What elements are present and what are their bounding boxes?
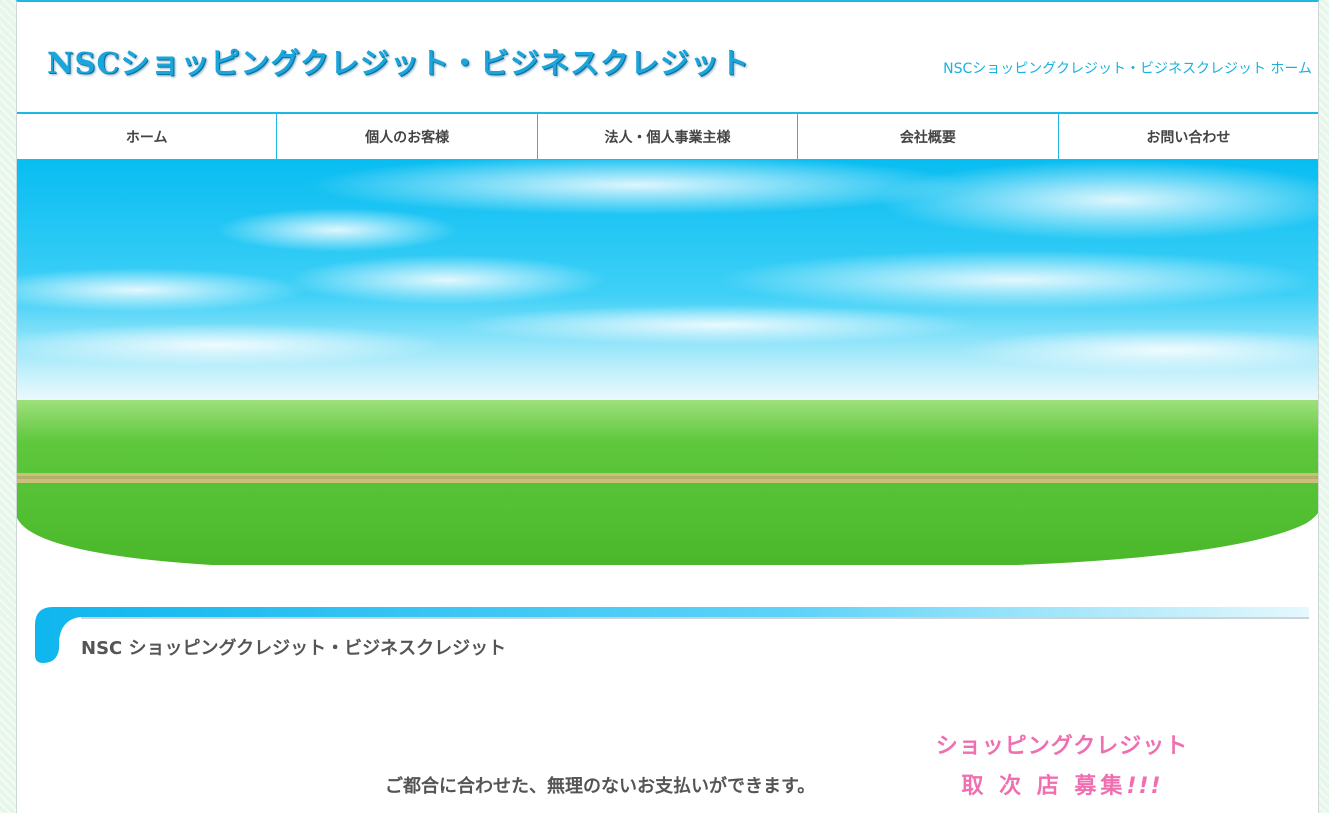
nav-item-contact[interactable]: お問い合わせ	[1059, 114, 1318, 159]
section-title: NSC ショッピングクレジット・ビジネスクレジット	[81, 638, 507, 659]
tagline: ご都合に合わせた、無理のないお支払いができます。	[385, 776, 816, 797]
recruit-banner[interactable]: ショッピングクレジット 取 次 店 募集!!!	[907, 728, 1217, 800]
nav-item-personal[interactable]: 個人のお客様	[277, 114, 538, 159]
main-nav: ホーム 個人のお客様 法人・個人事業主様 会社概要 お問い合わせ	[17, 112, 1318, 160]
hero-banner	[17, 160, 1318, 568]
nav-item-home[interactable]: ホーム	[17, 114, 278, 159]
recruit-subtitle: 取 次 店 募集!!!	[907, 768, 1217, 800]
recruit-exclamation: !!!	[1126, 774, 1163, 799]
page-container: NSCショッピングクレジット・ビジネスクレジット NSCショッピングクレジット・…	[16, 0, 1319, 813]
header-home-link[interactable]: NSCショッピングクレジット・ビジネスクレジット ホーム	[943, 58, 1312, 78]
site-logo[interactable]: NSCショッピングクレジット・ビジネスクレジット	[47, 40, 750, 82]
recruit-title: ショッピングクレジット	[935, 734, 1189, 759]
nav-item-business[interactable]: 法人・個人事業主様	[538, 114, 799, 159]
recruit-subtitle-text: 取 次 店 募集	[961, 774, 1127, 799]
nav-item-company[interactable]: 会社概要	[798, 114, 1059, 159]
